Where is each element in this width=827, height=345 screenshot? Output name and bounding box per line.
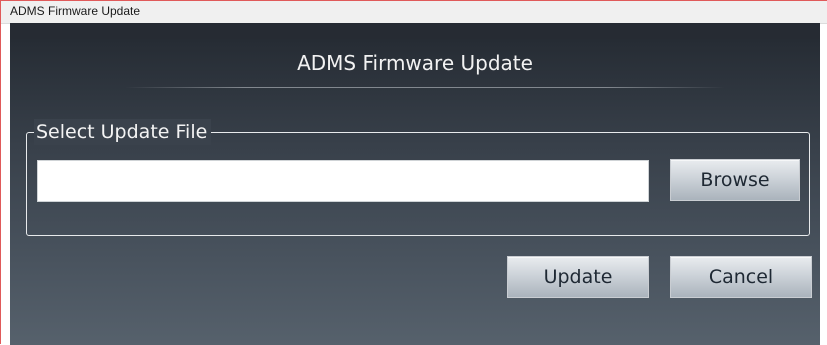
client-top-strip [10,23,820,39]
select-file-group: Select Update File Browse [26,119,810,236]
browse-button[interactable]: Browse [670,159,800,201]
select-file-group-label: Select Update File [34,119,212,145]
update-button[interactable]: Update [507,256,649,298]
dialog-heading: ADMS Firmware Update [297,51,533,75]
heading-divider [125,87,725,88]
firmware-update-window: ADMS Firmware Update ADMS Firmware Updat… [0,0,827,345]
dialog-client-area: ADMS Firmware Update Select Update File … [10,39,820,345]
window-title: ADMS Firmware Update [10,4,141,18]
cancel-button[interactable]: Cancel [670,256,812,298]
window-titlebar[interactable]: ADMS Firmware Update [1,1,827,24]
file-path-input[interactable] [37,160,649,202]
